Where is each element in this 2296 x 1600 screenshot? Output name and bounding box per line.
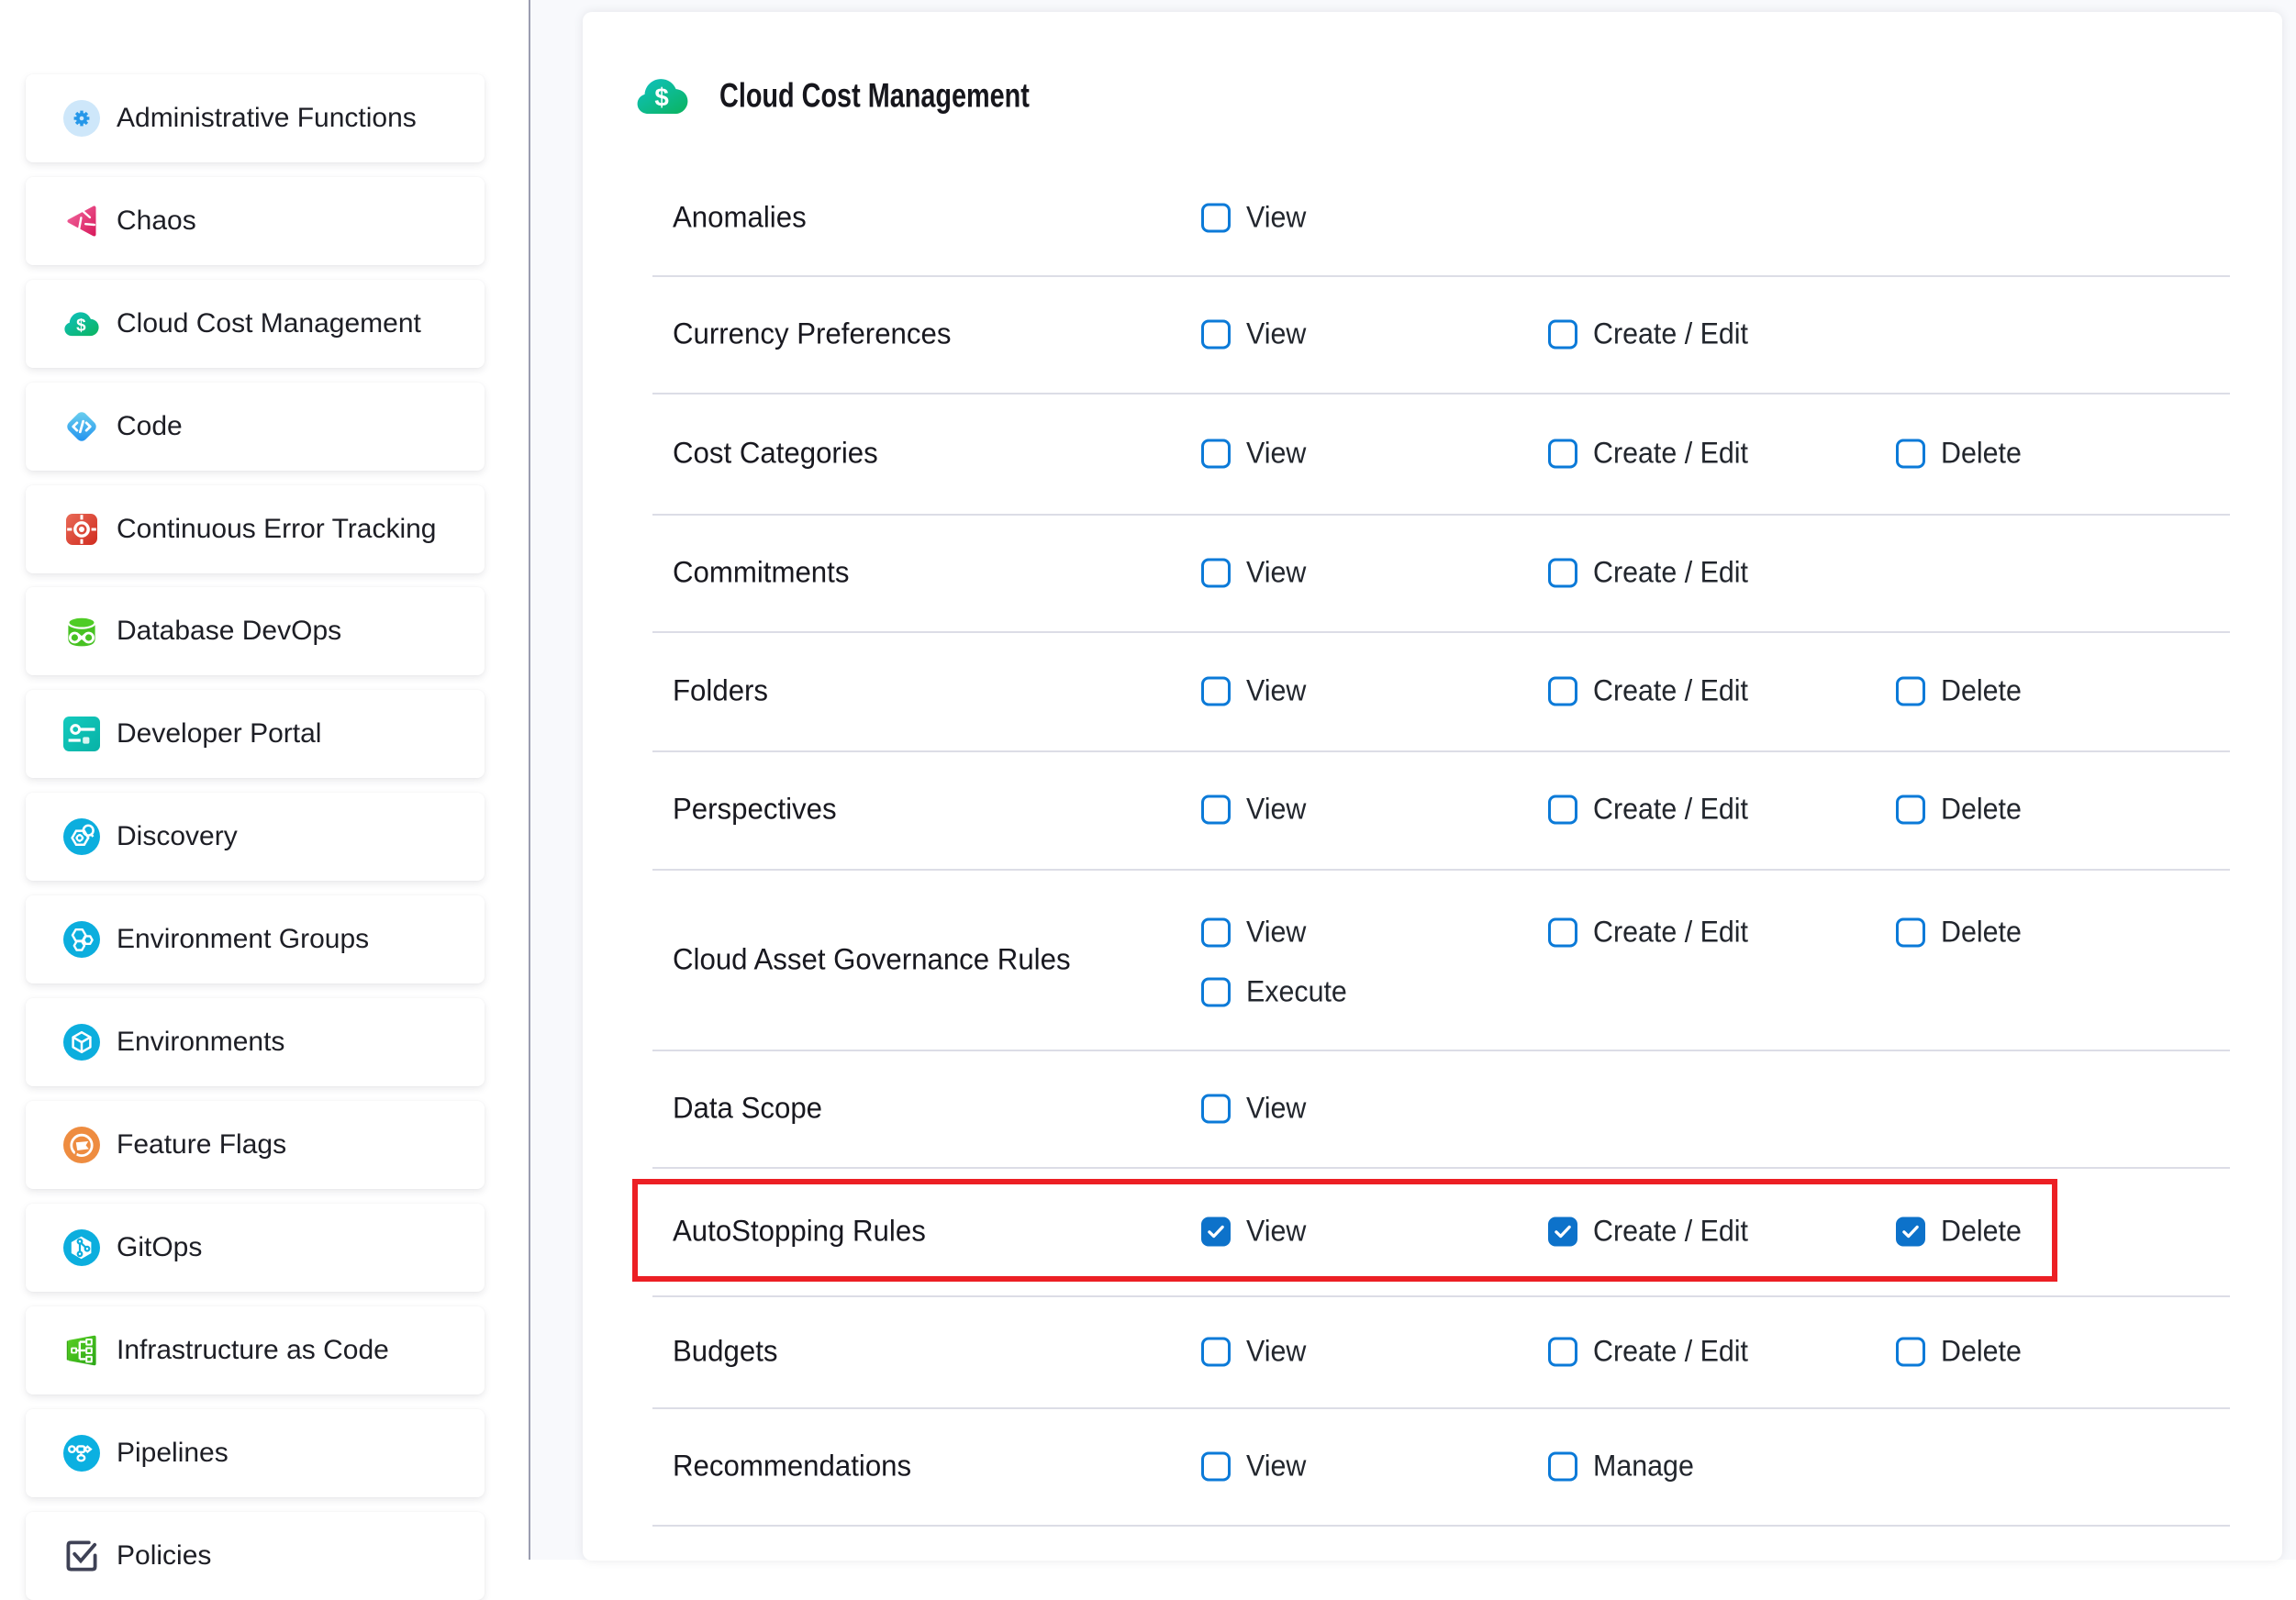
svg-text:$: $ xyxy=(654,83,668,111)
svg-text:$: $ xyxy=(76,316,86,335)
